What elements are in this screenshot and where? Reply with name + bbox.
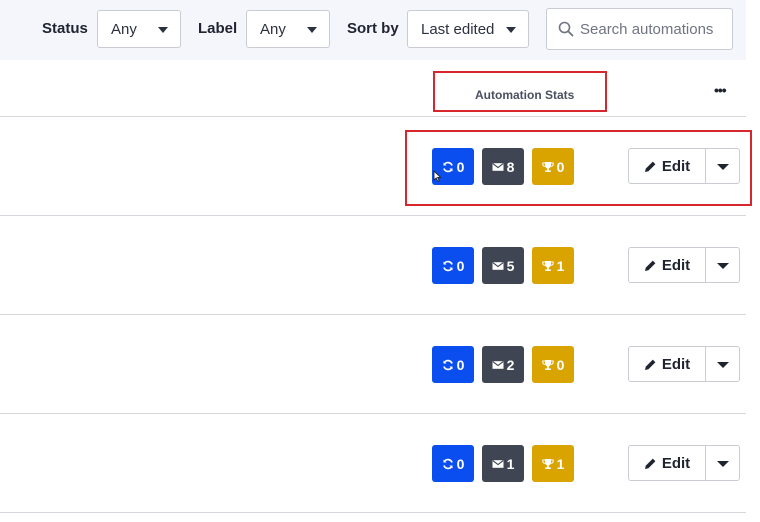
sort-by-label: Sort by xyxy=(347,20,399,37)
label-filter-value: Any xyxy=(260,20,286,38)
row-stats-highlight xyxy=(405,130,752,206)
chevron-down-icon xyxy=(158,27,168,33)
trophy-icon xyxy=(541,458,554,469)
pencil-icon xyxy=(644,458,656,469)
trophy-icon xyxy=(541,359,554,370)
label-filter-select[interactable]: Any xyxy=(246,10,330,48)
pencil-icon xyxy=(644,260,656,271)
refresh-icon xyxy=(442,458,453,469)
edit-dropdown-button[interactable] xyxy=(705,247,740,283)
envelope-icon xyxy=(492,360,504,369)
goal-count: 1 xyxy=(556,455,565,472)
active-contacts-badge[interactable]: 0 xyxy=(432,346,474,383)
table-row: 0 5 1 Edit xyxy=(0,215,746,313)
sort-by-select[interactable]: Last edited xyxy=(407,10,529,48)
status-filter-select[interactable]: Any xyxy=(97,10,181,48)
status-filter-label: Status xyxy=(42,20,88,37)
trophy-icon xyxy=(541,260,554,271)
goals-badge[interactable]: 1 xyxy=(532,445,574,482)
search-box[interactable] xyxy=(546,8,733,50)
chevron-down-icon xyxy=(717,263,729,269)
email-count: 1 xyxy=(506,455,515,472)
filter-bar: Status Any Label Any Sort by Last edited xyxy=(0,0,746,60)
edit-label: Edit xyxy=(661,454,691,472)
chevron-down-icon xyxy=(506,27,516,33)
edit-button[interactable]: Edit xyxy=(628,247,706,283)
sort-by-value: Last edited xyxy=(421,20,495,38)
search-input[interactable] xyxy=(580,13,728,45)
emails-badge[interactable]: 5 xyxy=(482,247,524,284)
email-count: 2 xyxy=(506,356,515,373)
edit-label: Edit xyxy=(661,256,691,274)
email-count: 5 xyxy=(506,257,515,274)
active-contacts-badge[interactable]: 0 xyxy=(432,445,474,482)
envelope-icon xyxy=(492,261,504,270)
goal-count: 1 xyxy=(556,257,565,274)
edit-button[interactable]: Edit xyxy=(628,445,706,481)
chevron-down-icon xyxy=(717,461,729,467)
edit-label: Edit xyxy=(661,355,691,373)
goals-badge[interactable]: 0 xyxy=(532,346,574,383)
goals-badge[interactable]: 1 xyxy=(532,247,574,284)
chevron-down-icon xyxy=(717,362,729,368)
stats-header-highlight xyxy=(433,71,607,112)
edit-dropdown-button[interactable] xyxy=(705,445,740,481)
edit-button[interactable]: Edit xyxy=(628,346,706,382)
refresh-icon xyxy=(442,260,453,271)
active-count: 0 xyxy=(456,356,465,373)
more-options-icon[interactable]: ••• xyxy=(714,82,727,98)
envelope-icon xyxy=(492,459,504,468)
table-header xyxy=(0,60,746,116)
emails-badge[interactable]: 2 xyxy=(482,346,524,383)
emails-badge[interactable]: 1 xyxy=(482,445,524,482)
row-divider xyxy=(0,512,746,513)
table-row: 0 1 1 Edit xyxy=(0,413,746,511)
refresh-icon xyxy=(442,359,453,370)
search-icon xyxy=(558,21,574,37)
edit-dropdown-button[interactable] xyxy=(705,346,740,382)
status-filter-value: Any xyxy=(111,20,137,38)
pencil-icon xyxy=(644,359,656,370)
active-count: 0 xyxy=(456,257,465,274)
pointer-cursor-icon xyxy=(433,170,442,182)
table-row: 0 2 0 Edit xyxy=(0,314,746,412)
goal-count: 0 xyxy=(556,356,565,373)
active-count: 0 xyxy=(456,455,465,472)
chevron-down-icon xyxy=(307,27,317,33)
active-contacts-badge[interactable]: 0 xyxy=(432,247,474,284)
label-filter-label: Label xyxy=(198,20,238,37)
